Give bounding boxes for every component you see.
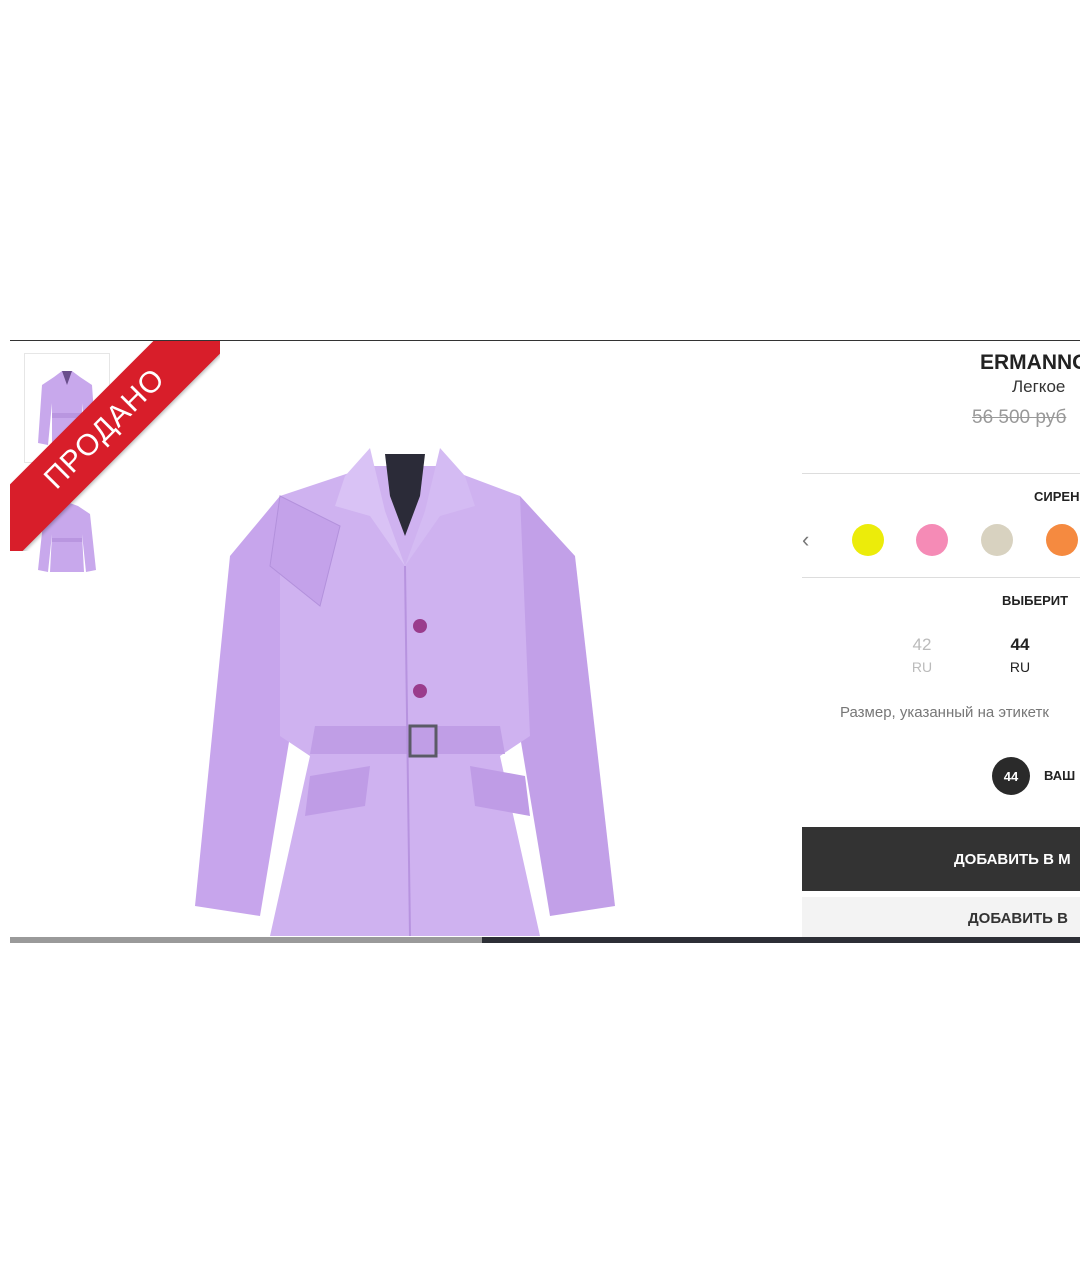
size-value: 42 xyxy=(912,635,932,654)
color-swatch-beige[interactable] xyxy=(981,524,1013,556)
product-subtitle: Легкое xyxy=(1012,377,1066,396)
size-label: ВЫБЕРИТ xyxy=(1002,593,1069,608)
size-option-44[interactable]: 44 RU xyxy=(990,635,1050,675)
color-swatch-orange[interactable] xyxy=(1046,524,1078,556)
size-note: Размер, указанный на этикетк xyxy=(840,704,1049,721)
product-details-panel: ERMANNO Легкое 56 500 руб СИРЕН ‹ ВЫБЕРИ… xyxy=(802,341,1080,943)
size-option-42[interactable]: 42 RU xyxy=(892,635,952,675)
add-to-cart-button[interactable]: ДОБАВИТЬ В М xyxy=(802,827,1080,891)
jacket-image xyxy=(195,448,615,937)
size-value: 44 xyxy=(1010,635,1030,654)
divider xyxy=(802,473,1080,474)
color-swatch-pink[interactable] xyxy=(916,524,948,556)
sold-ribbon-text: ПРОДАНО xyxy=(37,361,172,496)
your-size-badge: 44 xyxy=(992,757,1030,795)
size-system: RU xyxy=(911,659,933,675)
old-price: 56 500 руб xyxy=(972,407,1067,428)
bottom-dark-strip xyxy=(482,937,1080,943)
chevron-left-icon[interactable]: ‹ xyxy=(802,527,809,553)
your-size-label: ВАШ xyxy=(1044,768,1076,783)
product-page: ПРОДАНО ERMANNO Легкое 56 500 руб СИРЕН … xyxy=(10,340,1080,943)
brand-name[interactable]: ERMANNO xyxy=(980,351,1080,375)
color-swatch-yellow[interactable] xyxy=(852,524,884,556)
size-system: RU xyxy=(1009,659,1031,675)
color-label: СИРЕН xyxy=(1034,489,1080,504)
product-main-image[interactable] xyxy=(170,436,640,941)
bottom-scroll-bar xyxy=(10,937,482,943)
divider xyxy=(802,577,1080,578)
